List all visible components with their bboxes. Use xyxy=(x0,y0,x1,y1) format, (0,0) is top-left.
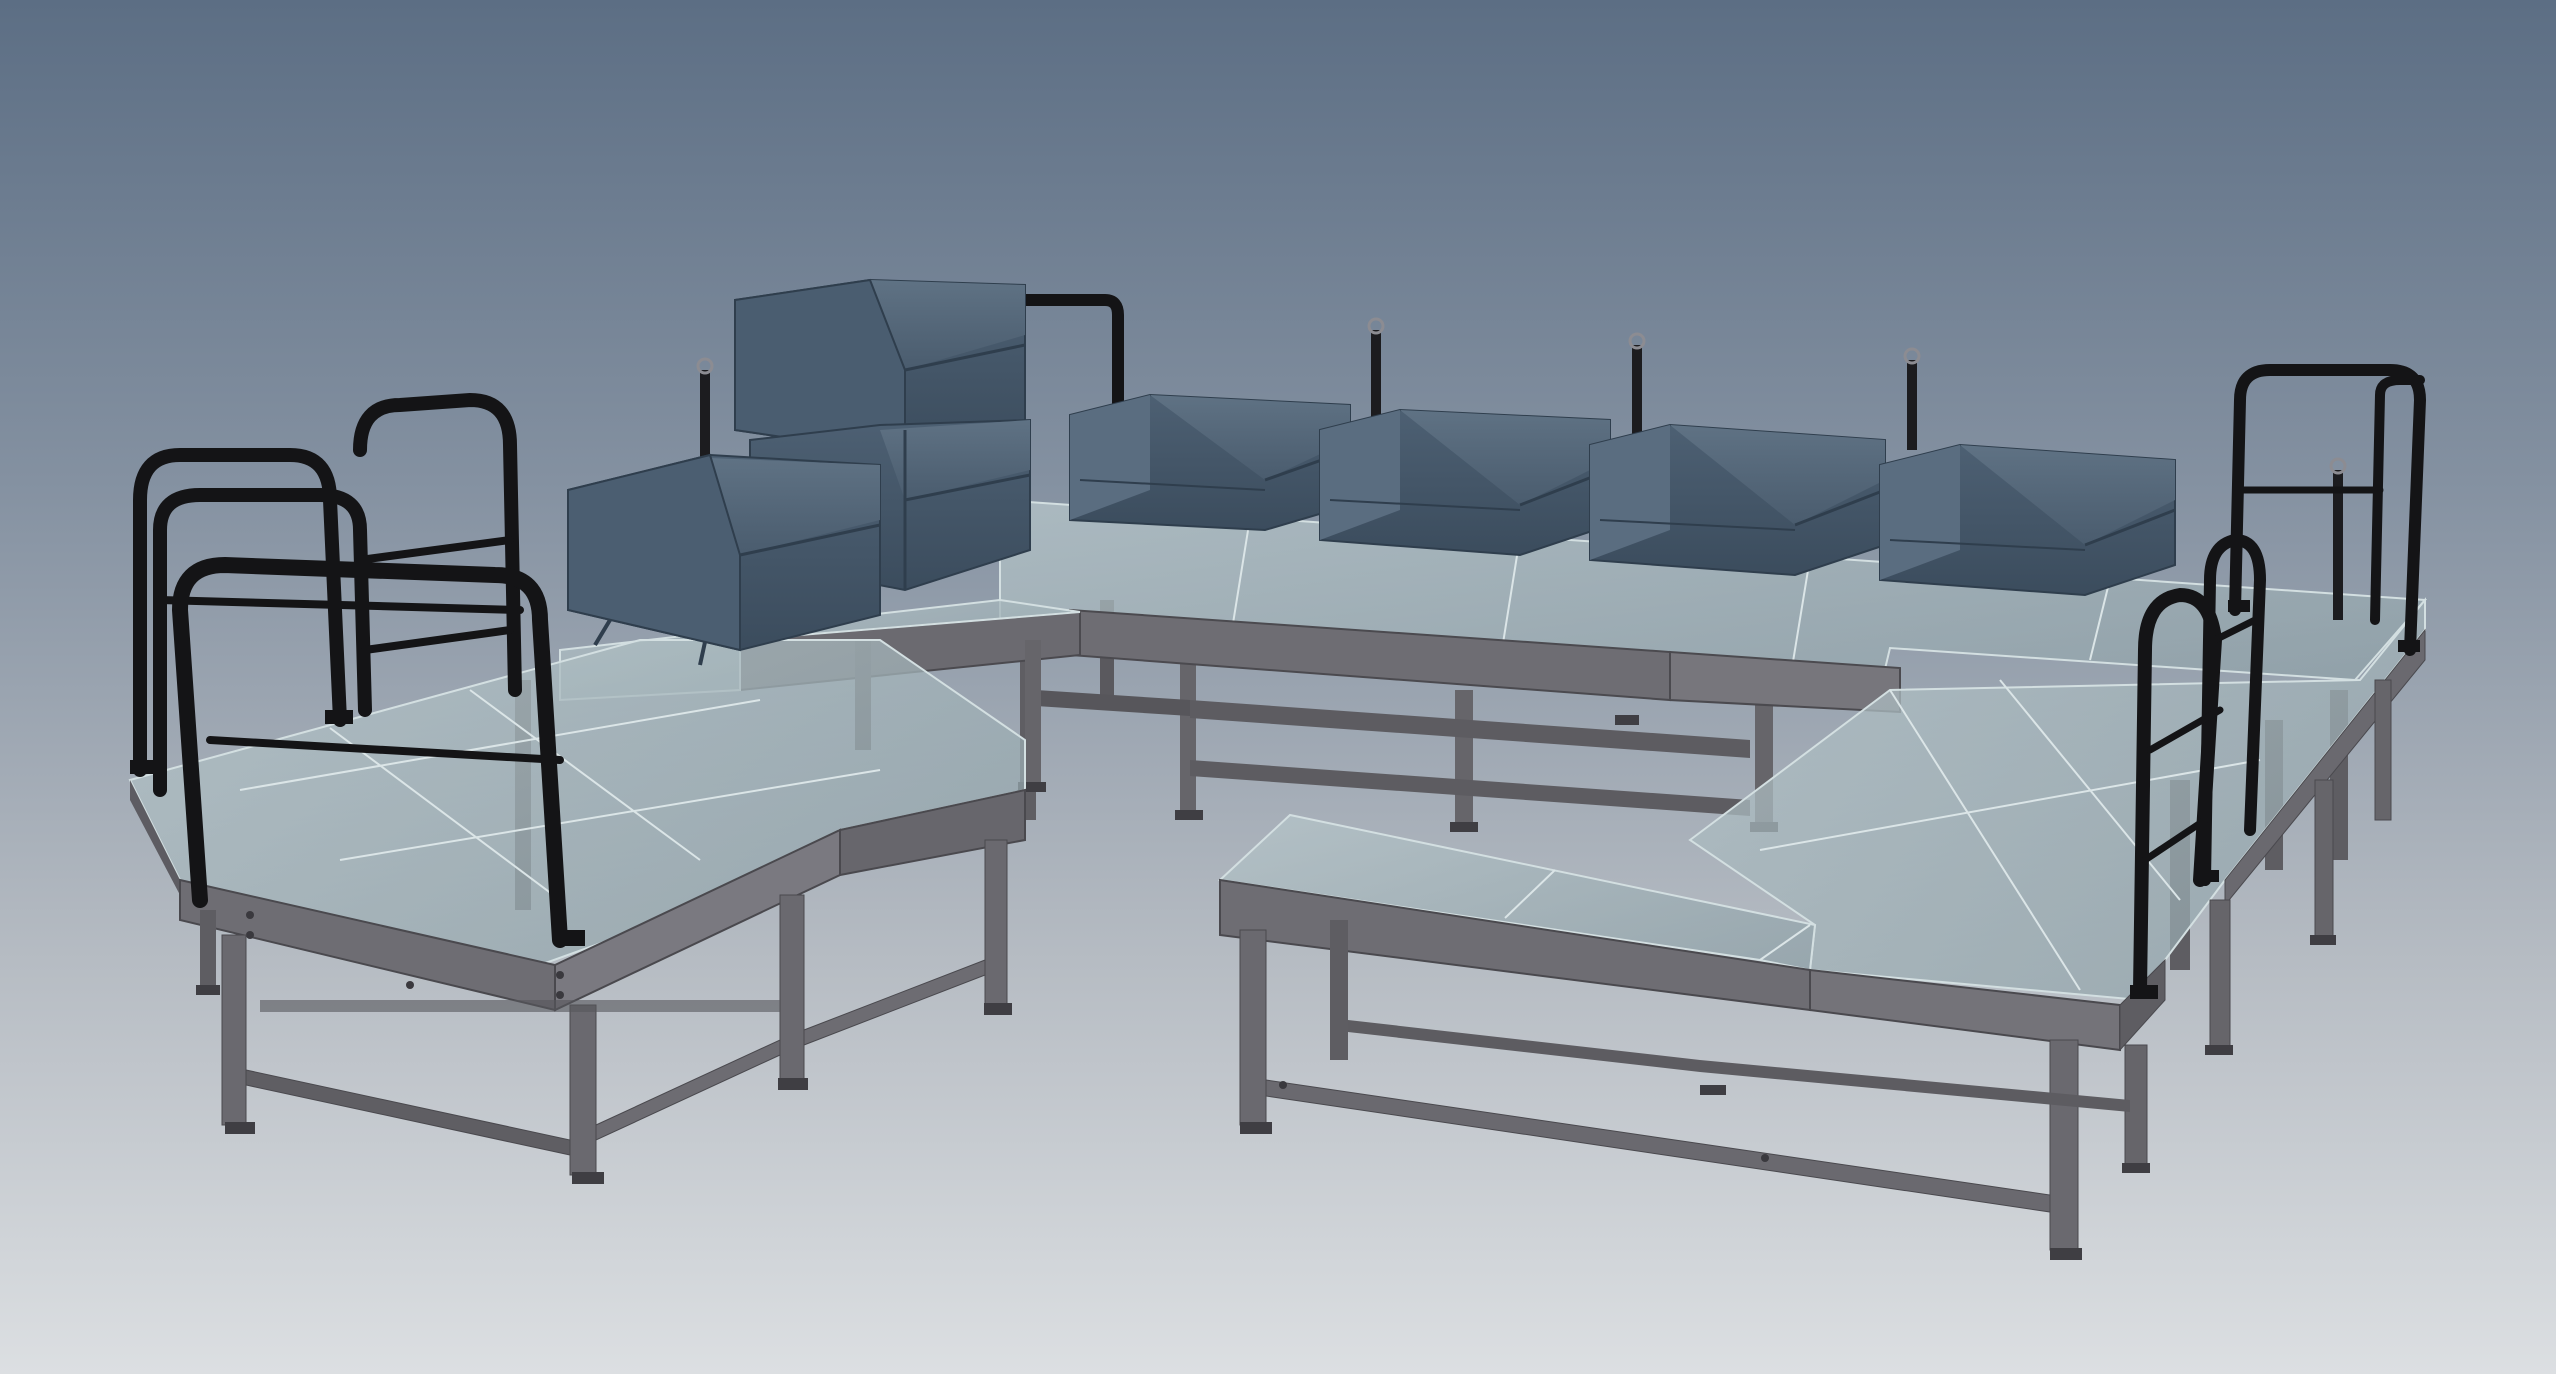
eye-bolt-post xyxy=(1903,347,1921,450)
cad-viewport[interactable] xyxy=(0,0,2556,1374)
storage-bin[interactable] xyxy=(1069,393,1351,532)
storage-bin[interactable] xyxy=(1879,443,2176,597)
left-platform-module[interactable] xyxy=(128,639,1026,1184)
eye-bolt-post xyxy=(1628,332,1646,435)
eye-bolt-post xyxy=(2329,457,2347,620)
storage-bin[interactable] xyxy=(1319,408,1611,557)
platform-assembly-model[interactable] xyxy=(0,0,2556,1374)
storage-bin[interactable] xyxy=(1589,423,1886,577)
eye-bolt-post xyxy=(1367,317,1385,420)
